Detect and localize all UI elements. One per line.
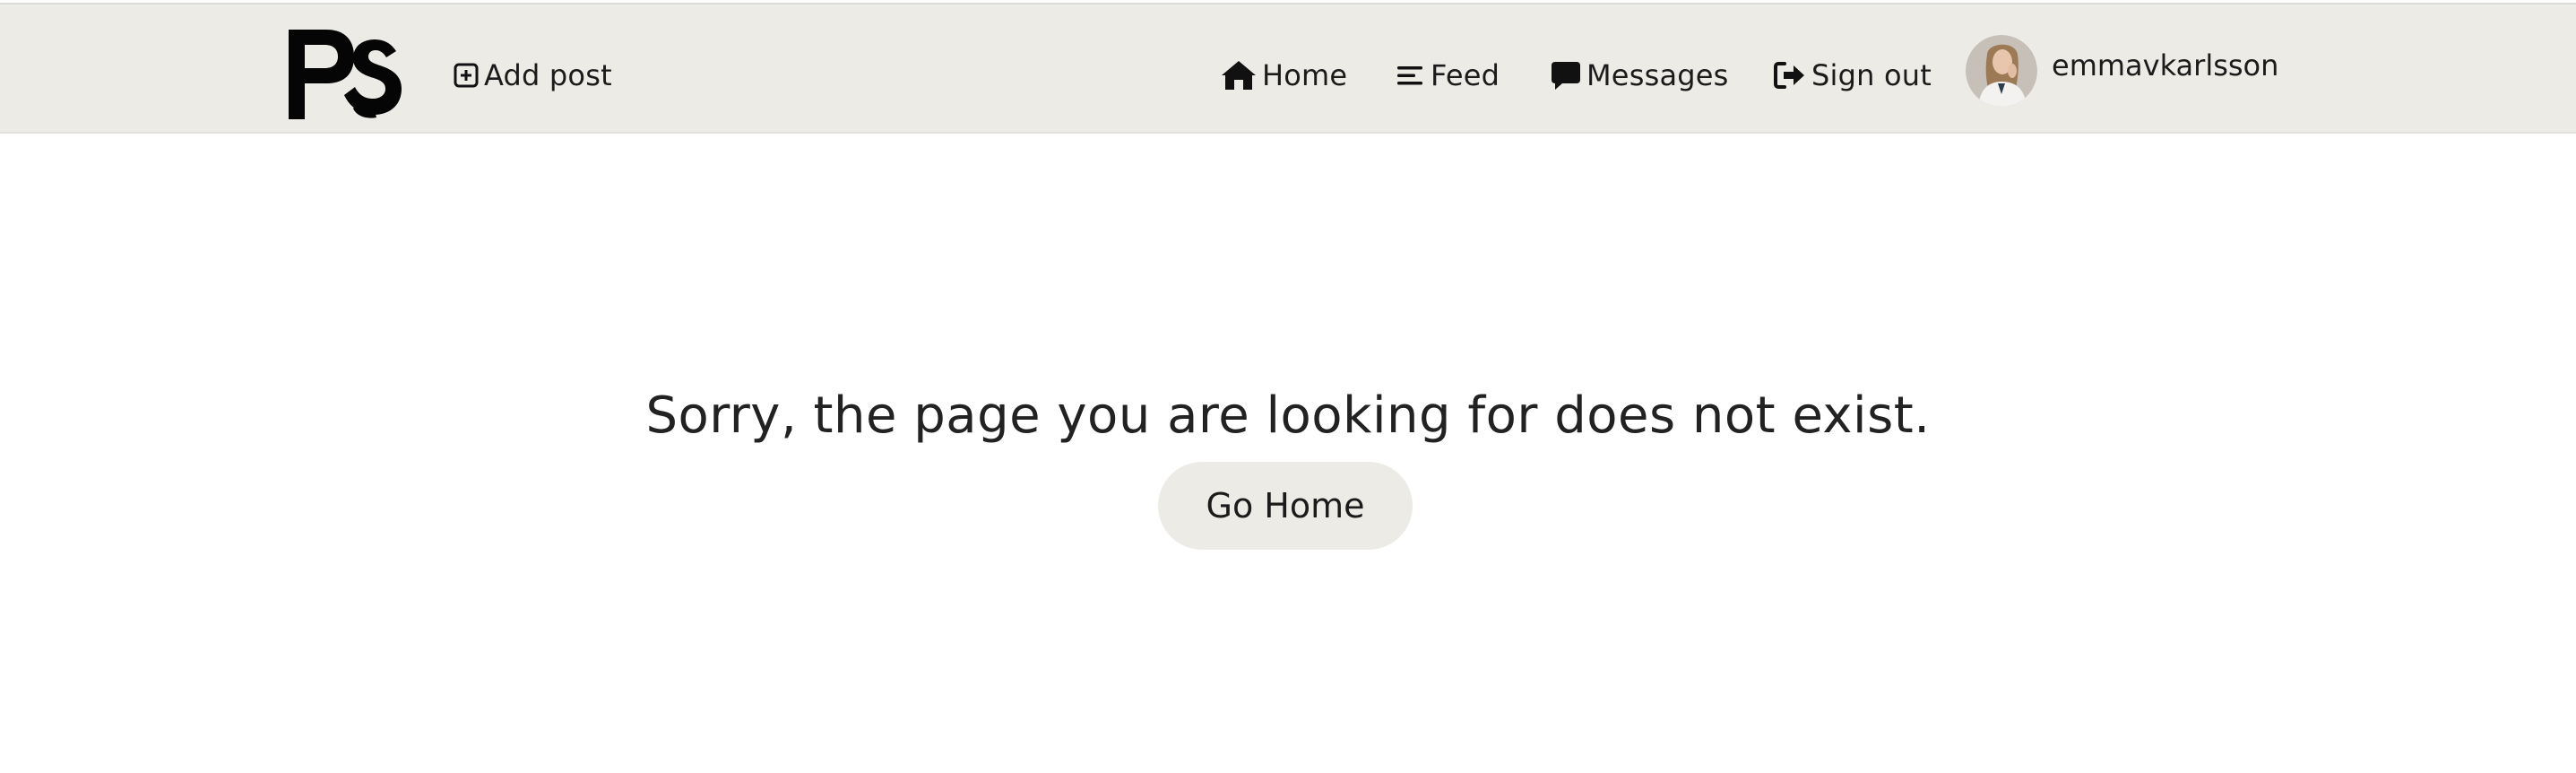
nav-feed-link[interactable]: Feed (1396, 54, 1500, 97)
nav-messages-link[interactable]: Messages (1551, 54, 1729, 97)
feed-lines-icon (1397, 66, 1422, 85)
add-post-label: Add post (484, 58, 612, 92)
go-home-button[interactable]: Go Home (1158, 462, 1413, 550)
profile-link[interactable]: emmavkarlsson (1966, 33, 2278, 109)
not-found-message: Sorry, the page you are looking for does… (645, 386, 1931, 445)
nav-sign-out-label: Sign out (1811, 58, 1932, 92)
add-post-link[interactable]: Add post (454, 54, 612, 97)
nav-messages-label: Messages (1586, 58, 1729, 92)
nav-feed-label: Feed (1431, 58, 1500, 92)
username: emmavkarlsson (2052, 48, 2279, 83)
sign-out-icon (1774, 62, 1804, 89)
plus-square-icon (454, 63, 479, 88)
main-content: Sorry, the page you are looking for does… (0, 134, 2576, 773)
message-bubble-icon (1552, 62, 1580, 90)
nav-home-link[interactable]: Home (1221, 54, 1347, 97)
nav-sign-out-link[interactable]: Sign out (1774, 54, 1932, 97)
nav-home-label: Home (1262, 58, 1348, 92)
avatar (1966, 35, 2037, 107)
navbar: Add post Home Feed Messages Sign out emm… (0, 4, 2576, 134)
home-icon (1222, 61, 1256, 90)
logo[interactable] (289, 30, 402, 119)
